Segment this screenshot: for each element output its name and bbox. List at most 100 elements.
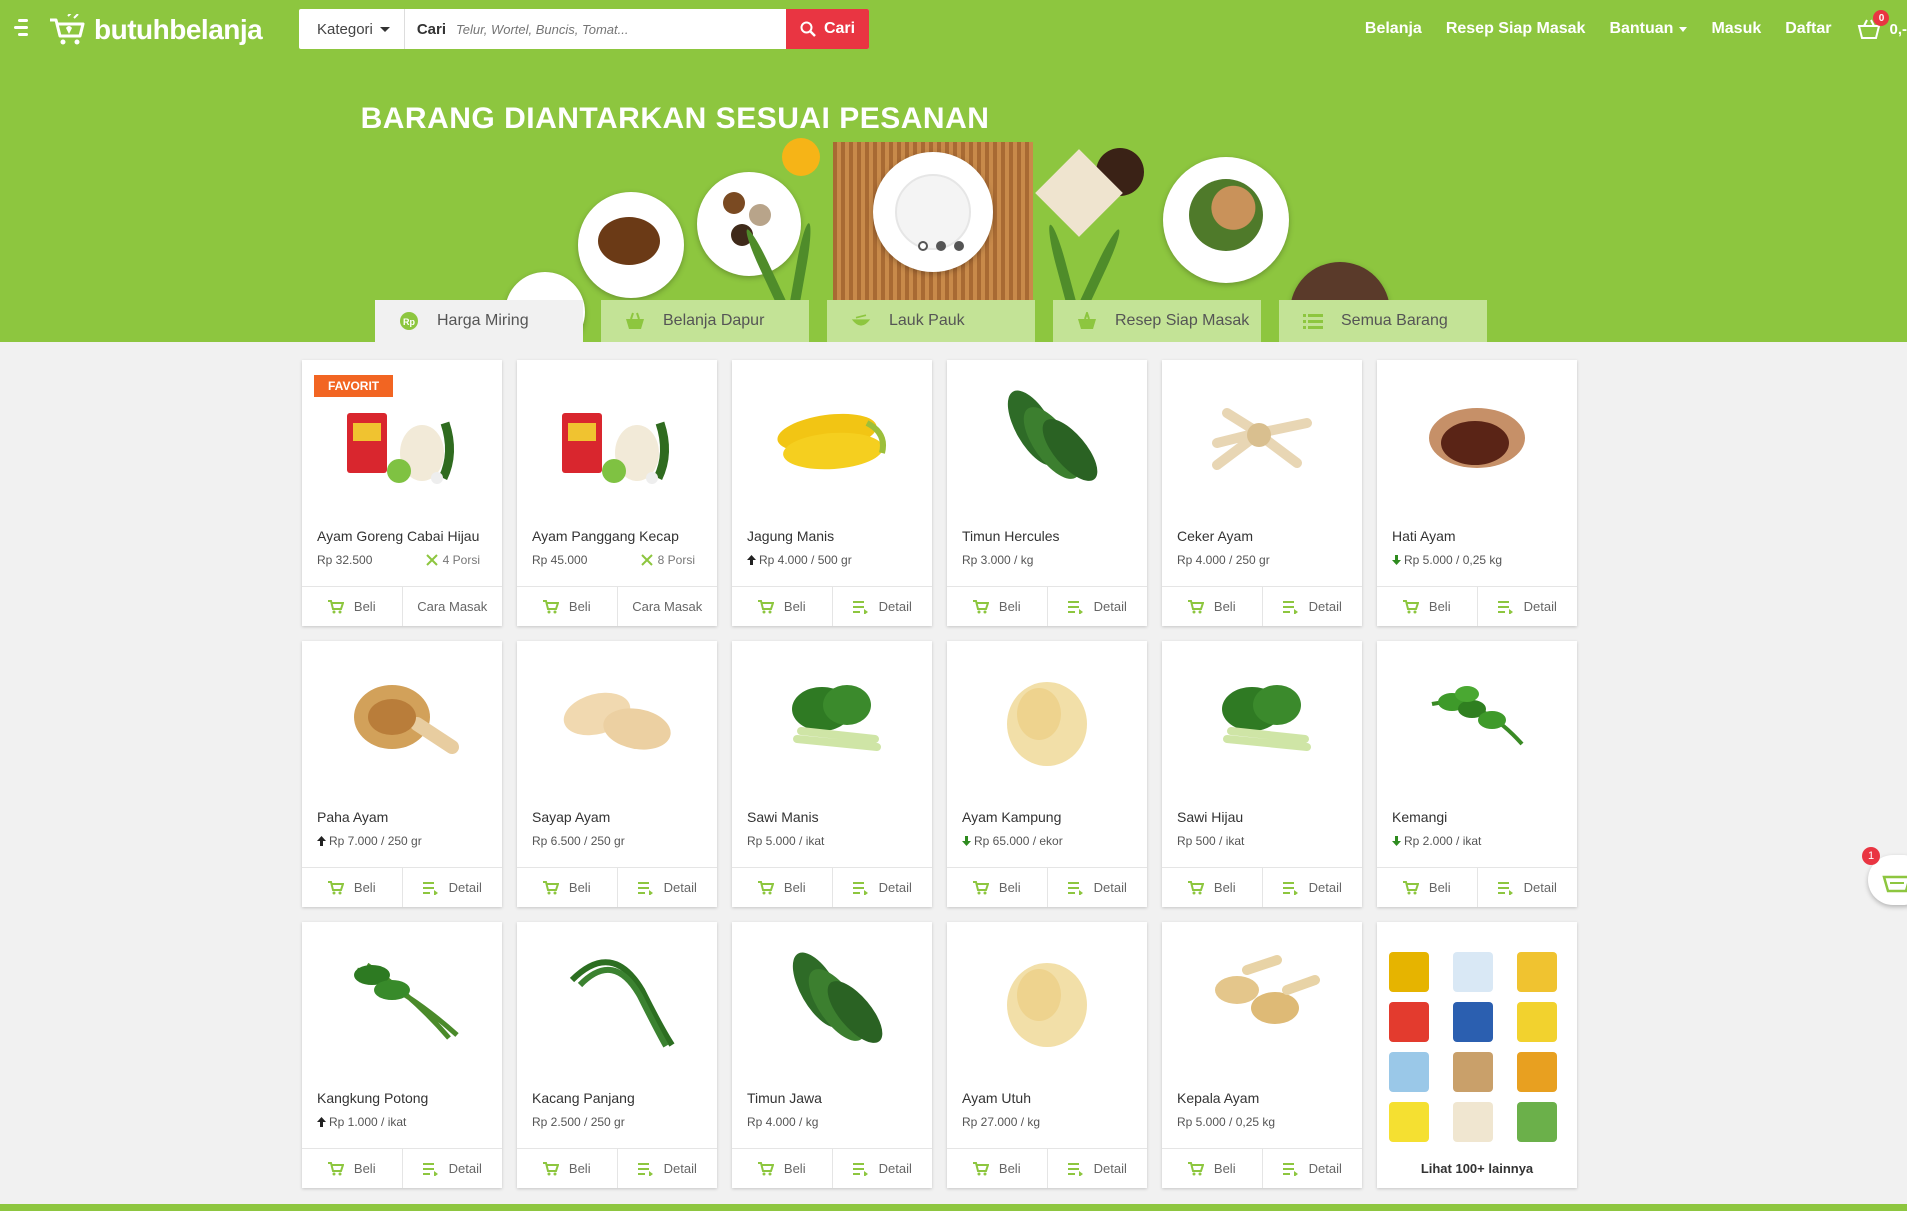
buy-button[interactable]: Beli xyxy=(302,587,402,626)
buy-button[interactable]: Beli xyxy=(1162,587,1262,626)
detail-button[interactable]: Detail xyxy=(1046,868,1148,907)
product-name[interactable]: Timun Hercules xyxy=(962,528,1060,544)
product-name[interactable]: Paha Ayam xyxy=(317,809,388,825)
product-card[interactable]: Kepala Ayam Rp 5.000 / 0,25 kg Beli Detai… xyxy=(1162,922,1362,1188)
product-image[interactable] xyxy=(302,641,502,796)
buy-button[interactable]: Beli xyxy=(302,1149,402,1188)
product-image[interactable] xyxy=(517,641,717,796)
product-card[interactable]: Sawi Manis Rp 5.000 / ikat Beli Detail xyxy=(732,641,932,907)
product-name[interactable]: Sawi Manis xyxy=(747,809,819,825)
buy-button[interactable]: Beli xyxy=(732,868,832,907)
product-image[interactable] xyxy=(1162,360,1362,515)
buy-button[interactable]: Beli xyxy=(732,1149,832,1188)
product-card[interactable]: Ceker Ayam Rp 4.000 / 250 gr Beli Detail xyxy=(1162,360,1362,626)
product-name[interactable]: Sawi Hijau xyxy=(1177,809,1243,825)
detail-button[interactable]: Detail xyxy=(616,868,718,907)
buy-button[interactable]: Beli xyxy=(517,868,617,907)
tab-lauk-pauk[interactable]: Lauk Pauk xyxy=(827,300,1035,342)
product-name[interactable]: Kepala Ayam xyxy=(1177,1090,1259,1106)
hamburger-menu-icon[interactable] xyxy=(10,15,32,39)
product-card[interactable]: Kemangi Rp 2.000 / ikat Beli Detail xyxy=(1377,641,1577,907)
product-name[interactable]: Kangkung Potong xyxy=(317,1090,428,1106)
product-name[interactable]: Kacang Panjang xyxy=(532,1090,635,1106)
buy-button[interactable]: Beli xyxy=(732,587,832,626)
buy-button[interactable]: Beli xyxy=(1162,1149,1262,1188)
buy-button[interactable]: Beli xyxy=(517,1149,617,1188)
carousel-dot-2[interactable] xyxy=(936,241,946,251)
detail-button[interactable]: Detail xyxy=(1261,1149,1363,1188)
product-card[interactable]: Kacang Panjang Rp 2.500 / 250 gr Beli Det… xyxy=(517,922,717,1188)
product-name[interactable]: Ayam Panggang Kecap xyxy=(532,528,679,544)
buy-button[interactable]: Beli xyxy=(947,587,1047,626)
detail-button[interactable]: Detail xyxy=(1261,587,1363,626)
cara-masak-button[interactable]: Cara Masak xyxy=(616,587,718,626)
product-card[interactable]: Sawi Hijau Rp 500 / ikat Beli Detail xyxy=(1162,641,1362,907)
buy-button[interactable]: Beli xyxy=(1377,587,1477,626)
nav-resep-siap-masak[interactable]: Resep Siap Masak xyxy=(1446,20,1586,38)
product-card[interactable]: Kangkung Potong Rp 1.000 / ikat Beli Deta… xyxy=(302,922,502,1188)
buy-button[interactable]: Beli xyxy=(1377,868,1477,907)
tab-semua-barang[interactable]: Semua Barang xyxy=(1279,300,1487,342)
product-image[interactable] xyxy=(732,641,932,796)
nav-belanja[interactable]: Belanja xyxy=(1365,20,1422,38)
product-name[interactable]: Sayap Ayam xyxy=(532,809,610,825)
see-more-label[interactable]: Lihat 100+ lainnya xyxy=(1377,1161,1577,1176)
buy-button[interactable]: Beli xyxy=(947,1149,1047,1188)
product-name[interactable]: Ceker Ayam xyxy=(1177,528,1253,544)
detail-button[interactable]: Detail xyxy=(616,1149,718,1188)
product-image[interactable] xyxy=(1162,641,1362,796)
product-image[interactable] xyxy=(1377,360,1577,515)
buy-button[interactable]: Beli xyxy=(302,868,402,907)
floating-basket-button[interactable]: 1 xyxy=(1862,847,1907,905)
tab-resep-siap-masak[interactable]: Resep Siap Masak xyxy=(1053,300,1261,342)
product-card[interactable]: Jagung Manis Rp 4.000 / 500 gr Beli Detai… xyxy=(732,360,932,626)
buy-button[interactable]: Beli xyxy=(947,868,1047,907)
product-image[interactable] xyxy=(517,922,717,1077)
detail-button[interactable]: Detail xyxy=(1261,868,1363,907)
search-button[interactable]: Cari xyxy=(786,9,869,49)
tab-belanja-dapur[interactable]: Belanja Dapur xyxy=(601,300,809,342)
product-card[interactable]: Timun Hercules Rp 3.000 / kg Beli Detail xyxy=(947,360,1147,626)
product-image[interactable] xyxy=(1377,641,1577,796)
product-card[interactable]: FAVORIT Ayam Goreng Cabai Hijau Rp 32.500 4… xyxy=(302,360,502,626)
search-input[interactable] xyxy=(456,21,787,37)
carousel-dot-1[interactable] xyxy=(918,241,928,251)
see-more-card[interactable]: Lihat 100+ lainnya xyxy=(1377,922,1577,1188)
product-image[interactable] xyxy=(947,360,1147,515)
detail-button[interactable]: Detail xyxy=(401,868,503,907)
buy-button[interactable]: Beli xyxy=(517,587,617,626)
detail-button[interactable]: Detail xyxy=(1476,587,1578,626)
category-dropdown[interactable]: Kategori xyxy=(299,9,405,49)
detail-button[interactable]: Detail xyxy=(1476,868,1578,907)
nav-bantuan[interactable]: Bantuan xyxy=(1609,20,1688,38)
product-card[interactable]: Sayap Ayam Rp 6.500 / 250 gr Beli Detail xyxy=(517,641,717,907)
tab-harga-miring[interactable]: Rp Harga Miring xyxy=(375,300,583,342)
detail-button[interactable]: Detail xyxy=(831,587,933,626)
product-name[interactable]: Jagung Manis xyxy=(747,528,834,544)
product-card[interactable]: Ayam Utuh Rp 27.000 / kg Beli Detail xyxy=(947,922,1147,1188)
detail-button[interactable]: Detail xyxy=(401,1149,503,1188)
detail-button[interactable]: Detail xyxy=(831,868,933,907)
detail-button[interactable]: Detail xyxy=(831,1149,933,1188)
product-card[interactable]: Paha Ayam Rp 7.000 / 250 gr Beli Detail xyxy=(302,641,502,907)
cart-button[interactable]: 0 0,- xyxy=(1857,10,1907,40)
product-image[interactable] xyxy=(947,641,1147,796)
product-name[interactable]: Timun Jawa xyxy=(747,1090,822,1106)
carousel-dot-3[interactable] xyxy=(954,241,964,251)
product-image[interactable] xyxy=(517,360,717,515)
brand-logo[interactable]: butuhbelanja xyxy=(48,8,263,52)
product-name[interactable]: Ayam Kampung xyxy=(962,809,1061,825)
product-image[interactable] xyxy=(947,922,1147,1077)
product-card[interactable]: Ayam Panggang Kecap Rp 45.000 8 Porsi Beli… xyxy=(517,360,717,626)
product-image[interactable] xyxy=(732,360,932,515)
product-card[interactable]: Hati Ayam Rp 5.000 / 0,25 kg Beli Detail xyxy=(1377,360,1577,626)
cara-masak-button[interactable]: Cara Masak xyxy=(401,587,503,626)
product-image[interactable] xyxy=(732,922,932,1077)
nav-masuk[interactable]: Masuk xyxy=(1711,20,1761,38)
product-image[interactable] xyxy=(302,922,502,1077)
product-name[interactable]: Hati Ayam xyxy=(1392,528,1456,544)
product-card[interactable]: Ayam Kampung Rp 65.000 / ekor Beli Detail xyxy=(947,641,1147,907)
product-card[interactable]: Timun Jawa Rp 4.000 / kg Beli Detail xyxy=(732,922,932,1188)
buy-button[interactable]: Beli xyxy=(1162,868,1262,907)
nav-daftar[interactable]: Daftar xyxy=(1785,20,1831,38)
